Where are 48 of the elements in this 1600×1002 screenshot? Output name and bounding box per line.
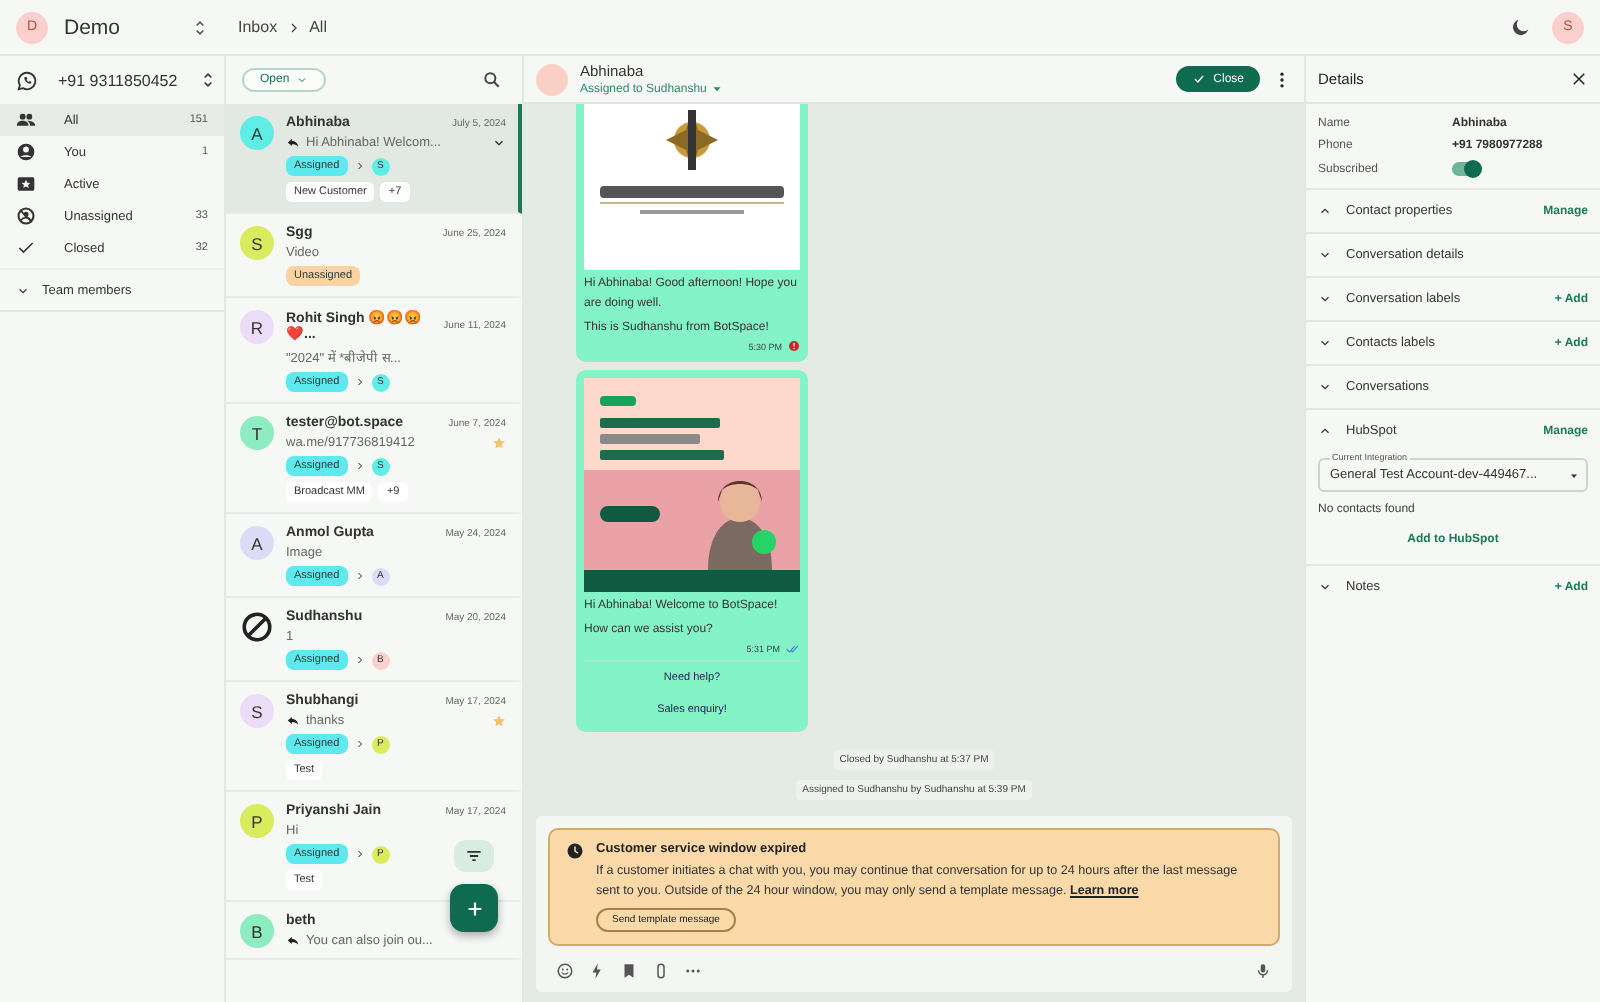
chevron-icon (353, 738, 366, 750)
workspace-name: Demo (64, 15, 123, 39)
breadcrumb-item: All (309, 18, 327, 36)
emoji-icon (556, 962, 574, 980)
chevron-icon (353, 570, 366, 582)
chevron-icon (353, 376, 366, 388)
breadcrumb-item[interactable]: Inbox (238, 18, 278, 36)
blocked-icon (240, 610, 274, 644)
contact-avatar: P (240, 804, 274, 838)
moon-icon (1510, 16, 1532, 38)
people-icon (16, 110, 36, 130)
subscribed-toggle[interactable] (1452, 162, 1480, 176)
whatsapp-icon (16, 69, 38, 91)
contact-avatar: S (240, 694, 274, 728)
clock-icon (566, 842, 584, 860)
chevron-icon (353, 848, 366, 860)
contact-avatar: R (240, 310, 274, 344)
chevron-icon (353, 160, 366, 172)
plus-icon (463, 897, 485, 919)
close-icon (1570, 70, 1588, 88)
star-box-icon (16, 174, 36, 194)
chevron-icon (295, 74, 308, 86)
chevron-icon (353, 460, 366, 472)
contact-avatar: T (240, 416, 274, 450)
caret-icon (1568, 469, 1580, 481)
double-check-icon (786, 642, 800, 656)
check-icon (16, 238, 36, 258)
bookmark-icon (620, 962, 638, 980)
contact-avatar: A (240, 116, 274, 150)
filter-icon (464, 846, 484, 866)
search-icon (482, 70, 502, 90)
user-slash-icon (16, 206, 36, 226)
contact-avatar: A (240, 526, 274, 560)
switch-icon (190, 17, 210, 37)
user-icon (16, 142, 36, 162)
bolt-icon (588, 962, 606, 980)
new-conversation-button[interactable] (450, 884, 498, 932)
filter-button[interactable] (454, 840, 494, 872)
attachment-icon (652, 962, 670, 980)
chevron-icon (353, 654, 366, 666)
contact-avatar: B (240, 914, 274, 948)
channel-phone: +91 9311850452 (58, 71, 178, 89)
check-icon (1191, 72, 1206, 86)
error-icon (788, 340, 800, 352)
contact-avatar: S (240, 226, 274, 260)
mic-icon (1254, 962, 1272, 980)
contact-avatar (536, 63, 568, 95)
caret-icon (710, 82, 725, 96)
